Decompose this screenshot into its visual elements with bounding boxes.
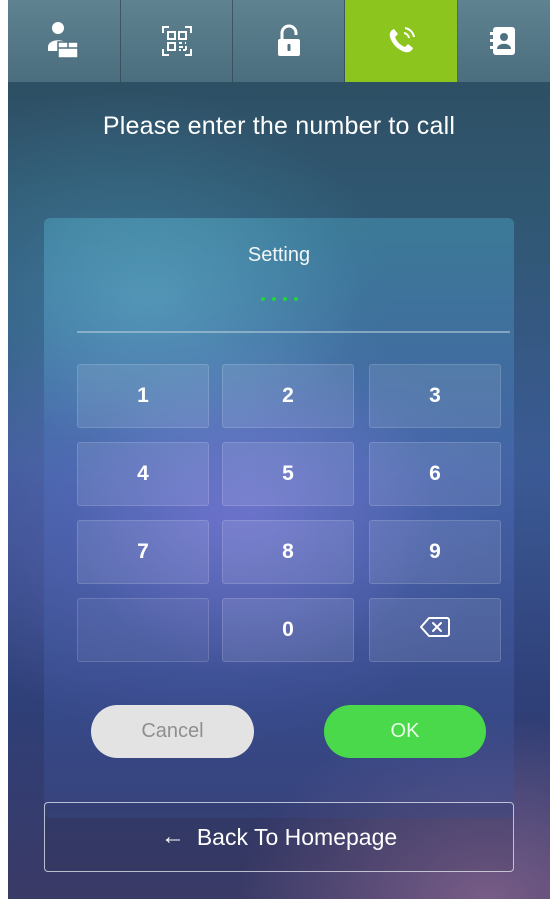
qr-code-icon [161, 25, 193, 57]
screen: Please enter the number to call Setting … [8, 0, 550, 899]
back-to-homepage-button[interactable]: ← Back To Homepage [44, 802, 514, 872]
back-label: Back To Homepage [196, 823, 398, 850]
key-9[interactable]: 9 [369, 520, 501, 584]
key-3[interactable]: 3 [369, 364, 501, 428]
key-7[interactable]: 7 [77, 520, 209, 584]
unlock-icon [275, 24, 303, 58]
panel-title: Setting [247, 244, 311, 266]
call-prompt: Please enter the number to call [102, 112, 456, 140]
tab-contacts[interactable] [458, 0, 550, 82]
key-4[interactable]: 4 [77, 442, 209, 506]
key-blank[interactable] [77, 598, 209, 662]
top-tab-bar [8, 0, 550, 82]
back-arrow-icon: ← [160, 823, 185, 850]
tab-qr-code[interactable] [121, 0, 233, 82]
input-dot [271, 297, 276, 301]
key-8[interactable]: 8 [222, 520, 354, 584]
divider [77, 331, 510, 333]
key-1[interactable]: 1 [77, 364, 209, 428]
ok-button[interactable]: OK [324, 705, 486, 758]
backspace-key[interactable] [369, 598, 501, 662]
key-6[interactable]: 6 [369, 442, 501, 506]
key-2[interactable]: 2 [222, 364, 354, 428]
cancel-button[interactable]: Cancel [91, 705, 254, 758]
delivery-person-icon [46, 21, 82, 61]
contacts-icon [489, 25, 519, 57]
tab-unlock[interactable] [233, 0, 345, 82]
key-0[interactable]: 0 [222, 598, 354, 662]
tab-delivery[interactable] [8, 0, 121, 82]
phone-call-icon [385, 25, 417, 57]
backspace-icon [420, 616, 450, 644]
number-input-dots[interactable] [44, 297, 514, 301]
input-dot [293, 297, 298, 301]
input-dot [260, 297, 265, 301]
dial-panel: Setting 1 2 3 4 5 6 7 8 9 0 Cancel OK [44, 218, 514, 818]
key-5[interactable]: 5 [222, 442, 354, 506]
input-dot [282, 297, 287, 301]
tab-call[interactable] [345, 0, 458, 82]
